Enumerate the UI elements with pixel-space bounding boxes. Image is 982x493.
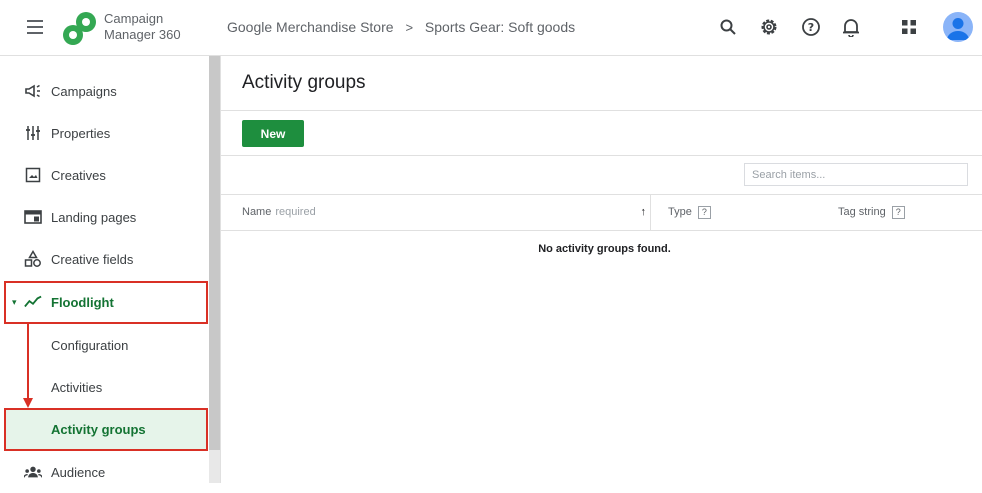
shapes-icon	[24, 250, 42, 268]
column-type-label: Type	[668, 206, 692, 218]
bell-icon[interactable]	[838, 14, 864, 40]
sidebar-item-label: Campaigns	[51, 83, 117, 99]
chevron-right-icon: >	[405, 20, 414, 35]
image-icon	[24, 166, 42, 184]
floodlight-highlight-box	[4, 281, 208, 324]
sidebar-item-creatives[interactable]: Creatives	[0, 154, 208, 196]
help-icon[interactable]: ?	[697, 205, 711, 219]
search-input[interactable]	[744, 163, 968, 186]
campaign-manager-logo	[63, 12, 96, 45]
help-icon[interactable]: ?	[798, 14, 824, 40]
sidebar-item-properties[interactable]: Properties	[0, 112, 208, 154]
main-content: Activity groups New Name required ↑ Type…	[221, 56, 982, 483]
column-header-tag-string[interactable]: Tag string ?	[838, 194, 905, 230]
hamburger-menu-icon[interactable]	[25, 17, 45, 37]
sliders-icon	[24, 124, 42, 142]
sidebar-item-label: Audience	[51, 464, 106, 480]
sort-arrow-icon[interactable]: ↑	[641, 206, 647, 218]
sidebar-item-creative-fields[interactable]: Creative fields	[0, 238, 208, 280]
column-tag-string-label: Tag string	[838, 206, 886, 218]
activity-groups-highlight-box	[4, 408, 208, 451]
apps-grid-icon[interactable]	[896, 14, 922, 40]
avatar[interactable]	[943, 12, 973, 42]
toolbar-divider	[221, 155, 982, 156]
sidebar-item-landing-pages[interactable]: Landing pages	[0, 196, 208, 238]
empty-state-message: No activity groups found.	[538, 243, 671, 255]
audience-icon	[24, 463, 42, 481]
sidebar-item-label: Creative fields	[51, 251, 134, 267]
help-icon[interactable]: ?	[891, 205, 905, 219]
sidebar-item-label: Properties	[51, 125, 111, 141]
new-button[interactable]: New	[242, 120, 304, 147]
breadcrumb: Google Merchandise Store > Sports Gear: …	[227, 19, 575, 35]
breadcrumb-campaign[interactable]: Sports Gear: Soft goods	[425, 19, 575, 35]
sidebar-item-label: Configuration	[51, 337, 129, 353]
sidebar-item-label: Activities	[51, 379, 103, 395]
sidebar-scrollbar-thumb[interactable]	[209, 56, 220, 450]
page-title: Activity groups	[242, 72, 366, 93]
column-separator	[650, 194, 651, 230]
annotation-arrow-icon	[23, 324, 33, 408]
column-name-hint: required	[275, 206, 316, 218]
gear-icon[interactable]	[756, 14, 782, 40]
column-name-label: Name	[242, 206, 272, 218]
column-header-name[interactable]: Name required ↑	[242, 194, 650, 230]
product-name: Campaign Manager 360	[104, 11, 181, 42]
search-icon[interactable]	[715, 14, 741, 40]
landing-page-icon	[24, 208, 42, 226]
sidebar-item-label: Creatives	[51, 167, 106, 183]
top-app-bar: Campaign Manager 360 Google Merchandise …	[0, 0, 982, 56]
column-header-type[interactable]: Type ?	[668, 194, 711, 230]
header-bottom-divider	[221, 230, 982, 231]
sidebar-item-campaigns[interactable]: Campaigns	[0, 70, 208, 112]
breadcrumb-advertiser[interactable]: Google Merchandise Store	[227, 19, 394, 35]
megaphone-icon	[24, 82, 42, 100]
sidebar-item-label: Landing pages	[51, 209, 137, 225]
sidebar-item-audience[interactable]: Audience	[0, 451, 208, 493]
svg-text:?: ?	[808, 21, 814, 34]
title-divider	[221, 110, 982, 111]
